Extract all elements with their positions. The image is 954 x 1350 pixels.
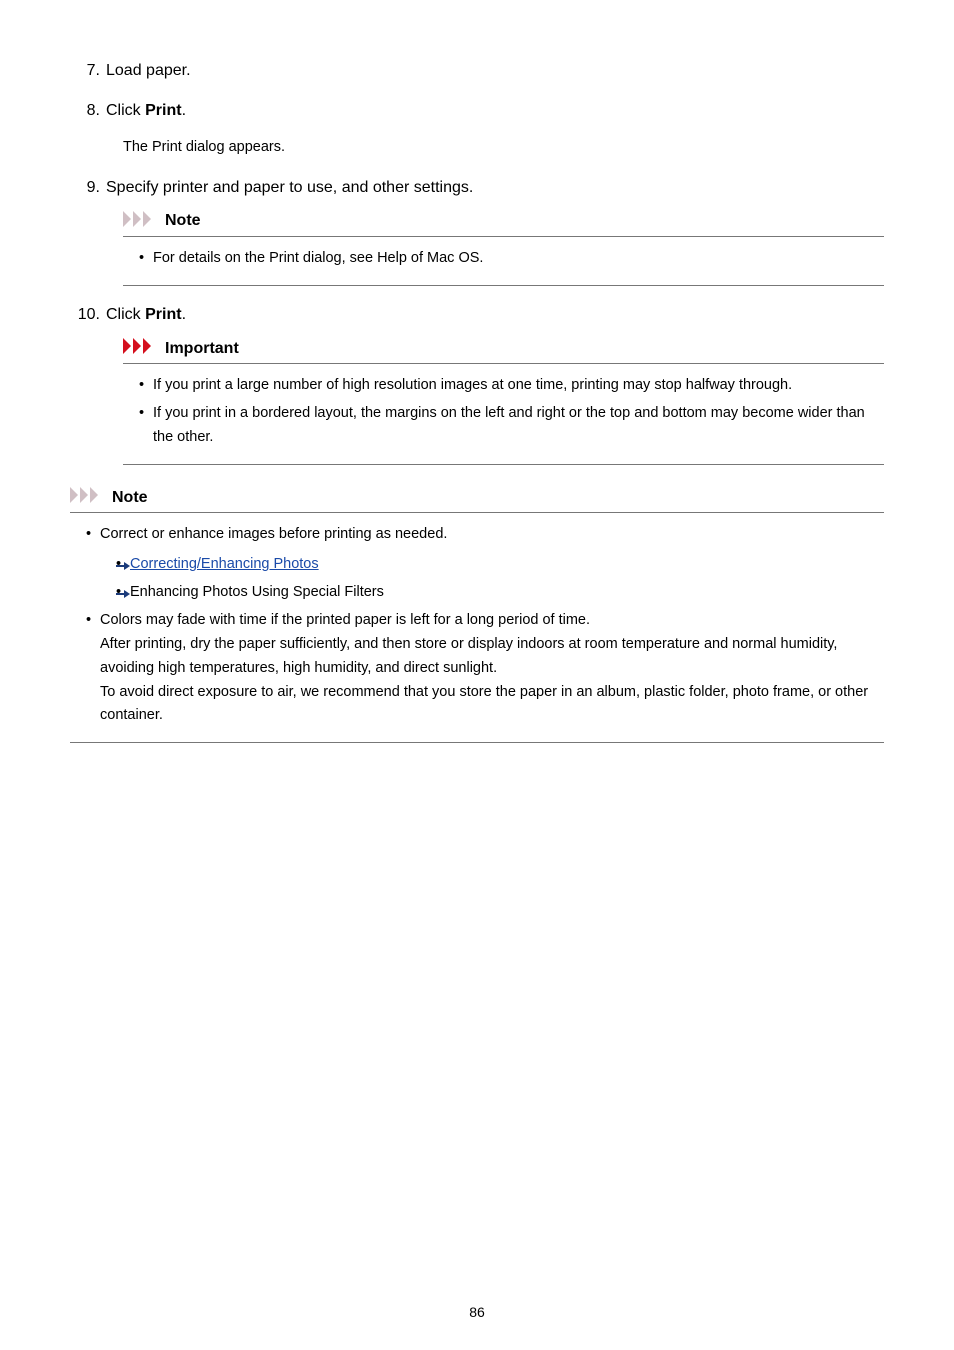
sub-link-item: Enhancing Photos Using Special Filters — [116, 581, 884, 605]
step-text-pre: Click — [106, 306, 145, 323]
page-number: 86 — [0, 1304, 954, 1320]
step-text-bold: Print — [145, 306, 181, 323]
chevrons-icon — [123, 338, 159, 359]
note-title: Note — [112, 489, 148, 507]
step-number: 7. — [70, 62, 100, 80]
chevrons-icon — [70, 487, 106, 508]
step-text-post: . — [182, 102, 186, 119]
correcting-enhancing-link[interactable]: Correcting/Enhancing Photos — [130, 556, 319, 572]
note-item: Correct or enhance images before printin… — [86, 523, 884, 605]
arrow-right-icon — [116, 589, 130, 599]
step-text-pre: Click — [106, 102, 145, 119]
step-text: Specify printer and paper to use, and ot… — [106, 177, 473, 199]
step-text-bold: Print — [145, 102, 181, 119]
note-item: For details on the Print dialog, see Hel… — [139, 247, 884, 271]
step-7: 7. Load paper. — [70, 60, 884, 82]
special-filters-text: Enhancing Photos Using Special Filters — [130, 584, 384, 600]
chevrons-icon — [123, 211, 159, 232]
note-item-text: Correct or enhance images before printin… — [100, 526, 447, 542]
instruction-list: 7. Load paper. 8. Click Print. The Print… — [70, 60, 884, 465]
step-number: 10. — [70, 306, 100, 324]
note-callout: Note Correct or enhance images before pr… — [70, 487, 884, 743]
step-number: 8. — [70, 102, 100, 120]
step-9: 9. Specify printer and paper to use, and… — [70, 177, 884, 286]
note-title: Note — [165, 212, 201, 230]
important-item: If you print in a bordered layout, the m… — [139, 402, 884, 450]
step-8: 8. Click Print. The Print dialog appears… — [70, 100, 884, 158]
important-item: If you print a large number of high reso… — [139, 374, 884, 398]
note-item: Colors may fade with time if the printed… — [86, 609, 884, 729]
arrow-right-icon — [116, 561, 130, 571]
step-text: Click Print. — [106, 100, 186, 122]
step-text: Load paper. — [106, 60, 191, 82]
step-text-post: . — [182, 306, 186, 323]
step-number: 9. — [70, 179, 100, 197]
note-callout: Note For details on the Print dialog, se… — [123, 211, 884, 286]
note-item-line: After printing, dry the paper sufficient… — [100, 636, 837, 676]
step-body: The Print dialog appears. — [123, 137, 884, 159]
important-callout: Important If you print a large number of… — [123, 338, 884, 465]
step-10: 10. Click Print. Important If you — [70, 304, 884, 465]
step-text: Click Print. — [106, 304, 186, 326]
important-title: Important — [165, 340, 239, 358]
note-item-line: Colors may fade with time if the printed… — [100, 612, 590, 628]
note-item-line: To avoid direct exposure to air, we reco… — [100, 684, 868, 724]
sub-link-item: Correcting/Enhancing Photos — [116, 553, 884, 577]
